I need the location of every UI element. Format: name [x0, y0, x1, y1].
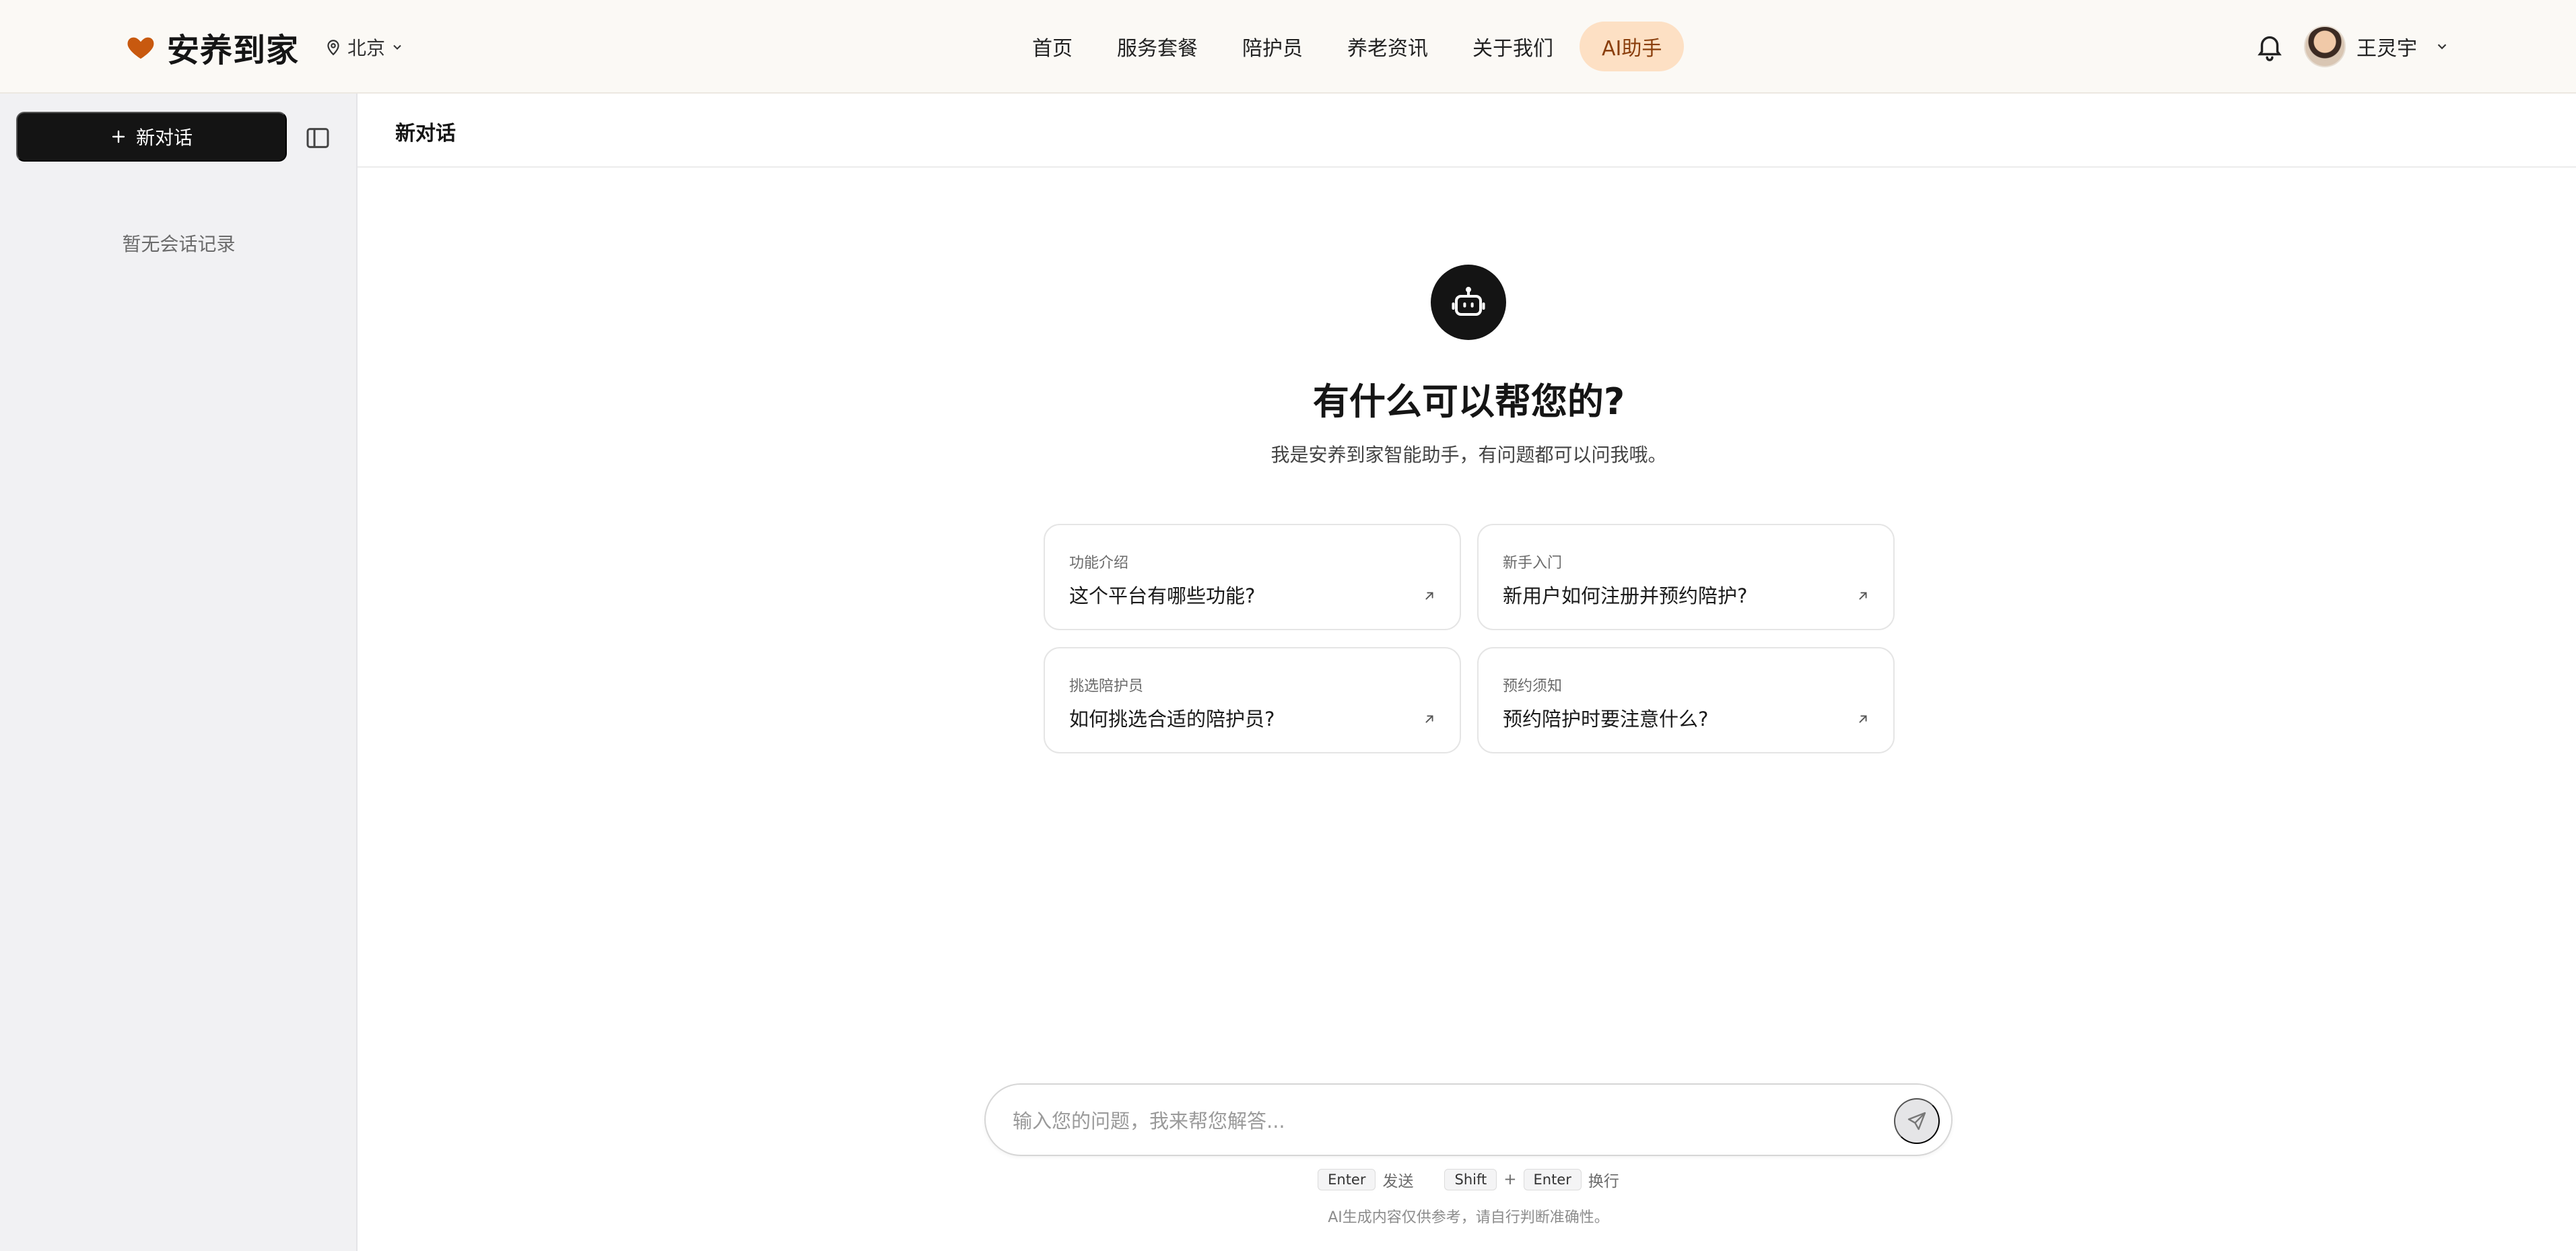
suggestion-label: 功能介绍 — [1069, 555, 1129, 572]
brand-name: 安养到家 — [167, 32, 300, 69]
suggestion-card-booking-notes[interactable]: 预约须知 预约陪护时要注意什么? — [1477, 647, 1895, 753]
assistant-avatar — [1431, 265, 1506, 340]
suggestion-label: 挑选陪护员 — [1069, 678, 1144, 695]
plus-sign: + — [1503, 1171, 1517, 1188]
chat-input-box — [984, 1083, 1953, 1156]
suggestion-text: 如何挑选合适的陪护员? — [1069, 708, 1275, 731]
nav-home[interactable]: 首页 — [1010, 22, 1095, 71]
plus-icon — [112, 130, 125, 143]
arrow-up-right-icon — [1859, 592, 1867, 600]
suggestion-text: 预约陪护时要注意什么? — [1503, 708, 1709, 731]
ai-disclaimer: AI生成内容仅供参考，请自行判断准确性。 — [1328, 1209, 1609, 1226]
suggestion-card-choose-caregiver[interactable]: 挑选陪护员 如何挑选合适的陪护员? — [1044, 647, 1461, 753]
shift-key-badge: Shift — [1444, 1169, 1497, 1190]
nav-caregivers[interactable]: 陪护员 — [1220, 22, 1325, 71]
user-menu[interactable]: 王灵宇 — [2304, 24, 2449, 69]
chevron-down-icon — [393, 44, 401, 50]
location-pin-icon — [327, 40, 339, 56]
city-selector[interactable]: 北京 — [325, 32, 404, 62]
send-hint-text: 发送 — [1382, 1173, 1414, 1190]
avatar — [2304, 26, 2346, 67]
suggestion-label: 新手入门 — [1503, 555, 1563, 572]
robot-icon — [1452, 287, 1485, 316]
nav-service-packages[interactable]: 服务套餐 — [1095, 22, 1220, 71]
new-chat-button[interactable]: 新对话 — [16, 112, 287, 162]
user-name: 王灵宇 — [2357, 37, 2417, 61]
suggestion-card-features[interactable]: 功能介绍 这个平台有哪些功能? — [1044, 524, 1461, 630]
newline-hint-text: 换行 — [1588, 1173, 1619, 1190]
arrow-up-right-icon — [1425, 715, 1433, 723]
city-name: 北京 — [347, 37, 386, 59]
chat-input[interactable] — [1013, 1101, 1854, 1141]
send-icon — [1907, 1112, 1926, 1130]
main-nav: 首页 服务套餐 陪护员 养老资讯 关于我们 AI助手 — [1010, 22, 1685, 71]
arrow-up-right-icon — [1425, 592, 1433, 600]
keyboard-hints: Enter 发送 Shift + Enter 换行 — [984, 1166, 1953, 1193]
nav-about-us[interactable]: 关于我们 — [1450, 22, 1575, 71]
suggestion-text: 这个平台有哪些功能? — [1069, 584, 1256, 607]
nav-ai-assistant[interactable]: AI助手 — [1580, 22, 1685, 71]
sidebar-panel-icon[interactable] — [304, 125, 331, 151]
welcome-subtitle: 我是安养到家智能助手，有问题都可以问我哦。 — [1270, 444, 1667, 466]
chat-header: 新对话 — [358, 94, 2576, 168]
nav-elderly-news[interactable]: 养老资讯 — [1325, 22, 1450, 71]
suggestion-text: 新用户如何注册并预约陪护? — [1503, 584, 1748, 607]
welcome-title: 有什么可以帮您的? — [1312, 380, 1625, 423]
suggestion-label: 预约须知 — [1503, 678, 1563, 695]
chevron-down-icon — [2437, 44, 2447, 50]
conversation-sidebar: 新对话 暂无会话记录 — [0, 94, 358, 1251]
send-button[interactable] — [1894, 1098, 1940, 1144]
bell-icon[interactable] — [2254, 31, 2285, 62]
arrow-up-right-icon — [1859, 715, 1867, 723]
heart-icon — [127, 37, 154, 59]
top-navigation-bar: 安养到家 北京 首页 服务套餐 陪护员 养老资讯 关于我们 AI助手 王灵宇 — [0, 0, 2576, 94]
empty-history-text: 暂无会话记录 — [122, 233, 236, 255]
new-chat-label: 新对话 — [135, 127, 193, 148]
enter-key-badge: Enter — [1523, 1169, 1582, 1190]
page-title: 新对话 — [395, 122, 456, 145]
suggestion-card-getting-started[interactable]: 新手入门 新用户如何注册并预约陪护? — [1477, 524, 1895, 630]
brand-logo[interactable]: 安养到家 — [125, 24, 299, 70]
enter-key-badge: Enter — [1318, 1169, 1376, 1190]
